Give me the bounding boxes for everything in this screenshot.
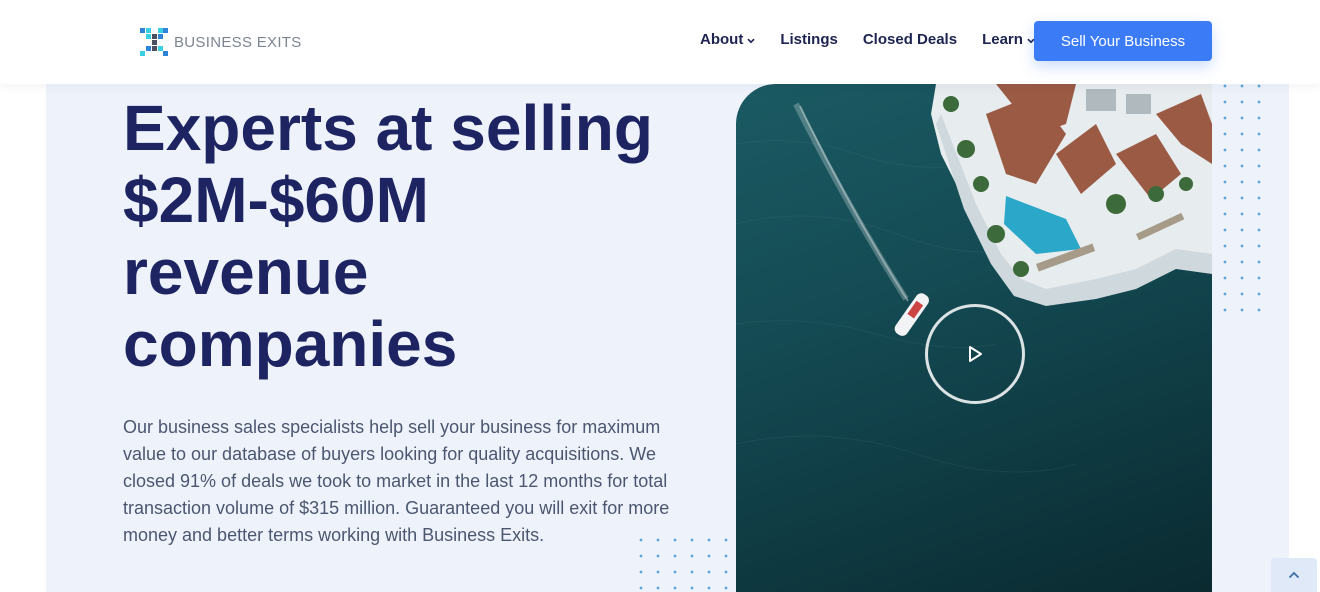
x-grid-logo-icon [140, 28, 168, 56]
headline-line: revenue [123, 236, 369, 308]
chevron-up-icon [1288, 571, 1300, 579]
nav-about-label: About [700, 31, 744, 48]
sell-your-business-button[interactable]: Sell Your Business [1034, 21, 1212, 61]
brand-logo[interactable]: BUSINESS EXITS [140, 28, 302, 56]
headline-line: $2M-$60M [123, 164, 429, 236]
nav-about[interactable]: About [700, 31, 755, 48]
nav-closed-deals-label: Closed Deals [862, 31, 958, 48]
decorative-dot-pattern [639, 538, 728, 590]
decorative-dot-pattern [1223, 84, 1261, 312]
hero-headline: Experts at selling $2M-$60M revenue comp… [123, 92, 723, 380]
video-play-button[interactable] [925, 304, 1025, 404]
site-header: BUSINESS EXITS About Listings Closed Dea… [0, 0, 1320, 84]
headline-line: Experts at selling [123, 92, 653, 164]
nav-learn-label: Learn [982, 31, 1023, 48]
brand-name: BUSINESS EXITS [174, 33, 302, 51]
play-icon [969, 346, 982, 362]
headline-line: companies [123, 308, 458, 380]
chevron-down-icon [747, 38, 755, 43]
scroll-to-top-button[interactable] [1271, 558, 1317, 592]
nav-closed-deals[interactable]: Closed Deals [863, 31, 957, 48]
main-nav: About Listings Closed Deals Learn [700, 31, 1060, 48]
nav-listings-label: Listings [780, 31, 838, 48]
nav-listings[interactable]: Listings [780, 31, 838, 48]
nav-learn[interactable]: Learn [982, 31, 1035, 48]
hero-video[interactable] [736, 84, 1212, 592]
hero-lead-paragraph: Our business sales specialists help sell… [123, 417, 670, 545]
